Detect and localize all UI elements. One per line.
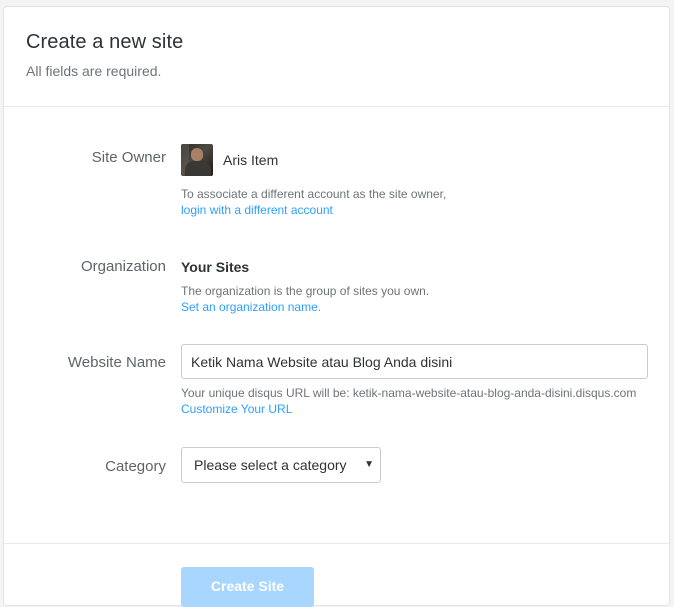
chevron-down-icon: ▼ bbox=[364, 459, 374, 470]
organization-value: Your Sites bbox=[181, 259, 250, 275]
owner-name: Aris Item bbox=[223, 152, 279, 168]
footer-divider bbox=[4, 543, 671, 544]
owner-help-text: To associate a different account as the … bbox=[181, 187, 447, 201]
website-name-field: Your unique disqus URL will be: ketik-na… bbox=[181, 344, 648, 417]
website-name-input[interactable] bbox=[181, 344, 648, 379]
site-owner-field: Aris Item To associate a different accou… bbox=[181, 144, 446, 218]
create-site-panel: Create a new site All fields are require… bbox=[3, 6, 671, 607]
unique-url-help: Your unique disqus URL will be: ketik-na… bbox=[181, 386, 637, 400]
page-title: Create a new site bbox=[26, 31, 184, 53]
owner-info: Aris Item bbox=[181, 144, 446, 176]
website-name-label: Website Name bbox=[67, 354, 166, 371]
avatar bbox=[181, 144, 213, 176]
set-organization-name-link[interactable]: Set an organization name. bbox=[181, 299, 429, 315]
page-subtitle: All fields are required. bbox=[26, 63, 162, 79]
create-site-button[interactable]: Create Site bbox=[181, 567, 314, 607]
login-different-account-link[interactable]: login with a different account bbox=[181, 202, 446, 218]
category-select[interactable]: Please select a category ▼ bbox=[181, 447, 381, 483]
site-owner-label: Site Owner bbox=[91, 149, 166, 166]
organization-label: Organization bbox=[80, 258, 166, 275]
organization-help-text: The organization is the group of sites y… bbox=[181, 284, 430, 298]
category-label: Category bbox=[105, 458, 166, 475]
category-field: Please select a category ▼ bbox=[181, 447, 381, 483]
organization-field: Your Sites The organization is the group… bbox=[181, 259, 429, 315]
customize-url-link[interactable]: Customize Your URL bbox=[181, 401, 648, 417]
panel-header: Create a new site All fields are require… bbox=[4, 7, 669, 107]
category-selected-value: Please select a category bbox=[194, 457, 347, 473]
